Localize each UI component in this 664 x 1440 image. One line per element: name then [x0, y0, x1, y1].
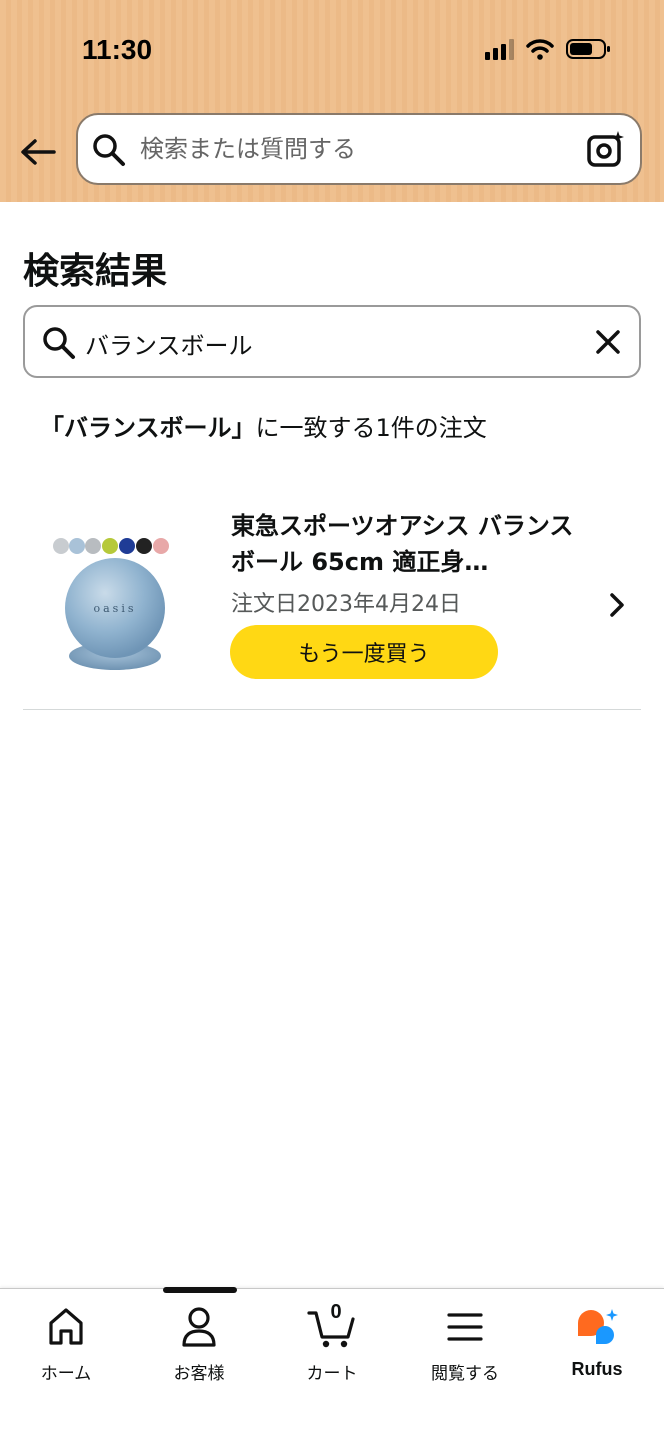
nav-account[interactable]: お客様	[133, 1305, 265, 1384]
header: 11:30	[0, 0, 664, 202]
order-date: 注文日2023年4月24日	[231, 592, 461, 617]
active-tab-indicator	[163, 1287, 237, 1293]
nav-account-label: お客様	[173, 1364, 225, 1384]
nav-cart[interactable]: 0 カート	[266, 1301, 398, 1384]
order-item[interactable]: oasis 東急スポーツオアシス バランスボール 65cm 適正身… 注文日20…	[23, 500, 641, 710]
search-icon	[93, 134, 125, 166]
status-icons	[485, 38, 612, 60]
home-icon	[49, 1308, 83, 1345]
buy-again-button[interactable]: もう一度買う	[230, 625, 498, 679]
menu-icon	[447, 1313, 483, 1341]
nav-browse[interactable]: 閲覧する	[399, 1305, 531, 1384]
page-title: 検索結果	[23, 251, 168, 292]
order-search-input[interactable]	[85, 323, 565, 363]
cellular-signal-icon	[485, 38, 514, 60]
result-summary-query: 「バランスボール」	[40, 414, 256, 442]
nav-rufus[interactable]: Rufus	[531, 1305, 663, 1380]
battery-icon	[566, 39, 610, 59]
chevron-right-icon[interactable]	[607, 592, 627, 618]
cart-icon-wrap: 0	[306, 1301, 358, 1349]
nav-cart-label: カート	[306, 1364, 358, 1384]
product-image-brand: oasis	[94, 602, 137, 615]
search-icon	[43, 327, 75, 359]
clear-icon[interactable]	[595, 329, 621, 355]
result-summary: 「バランスボール」に一致する1件の注文	[40, 408, 487, 443]
cart-count-badge: 0	[330, 1301, 342, 1323]
person-icon	[182, 1307, 216, 1347]
status-time: 11:30	[82, 34, 153, 65]
rufus-icon	[578, 1309, 618, 1344]
arrow-left-icon	[21, 139, 56, 165]
nav-home-label: ホーム	[40, 1364, 92, 1384]
camera-search-icon[interactable]	[586, 129, 626, 169]
back-button[interactable]	[18, 132, 58, 172]
product-title[interactable]: 東急スポーツオアシス バランスボール 65cm 適正身…	[231, 508, 591, 580]
top-search-bar[interactable]	[76, 113, 642, 185]
top-search-input[interactable]	[140, 129, 560, 169]
wifi-icon	[526, 39, 554, 60]
order-search-bar[interactable]	[23, 305, 641, 378]
nav-rufus-label: Rufus	[571, 1359, 623, 1379]
status-bar: 11:30	[0, 0, 664, 100]
nav-browse-label: 閲覧する	[431, 1364, 499, 1384]
result-summary-text: に一致する1件の注文	[255, 414, 487, 442]
product-image[interactable]: oasis	[49, 532, 181, 678]
nav-home[interactable]: ホーム	[0, 1305, 132, 1384]
bottom-nav: ホーム お客様 0 カート 閲覧する Rufus	[0, 1287, 664, 1440]
